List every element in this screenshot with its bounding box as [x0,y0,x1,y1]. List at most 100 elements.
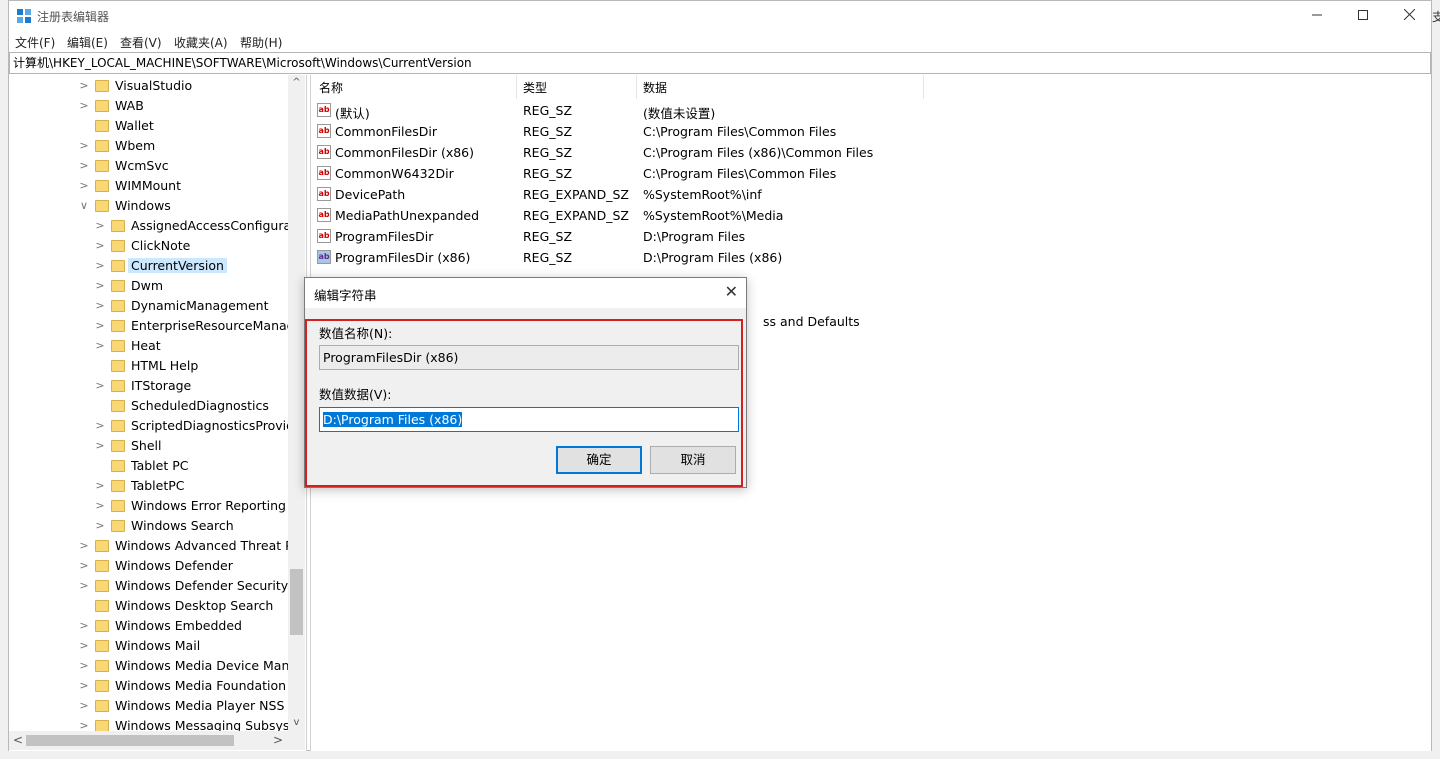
tree-item[interactable]: > Windows Media Device Mana [9,656,297,676]
tree-item[interactable]: HTML Help [9,356,294,376]
tree-vertical-scrollbar[interactable]: ^ v [288,75,305,731]
chevron-right-icon[interactable]: > [79,659,89,672]
chevron-right-icon[interactable]: > [95,259,105,272]
tree-item[interactable]: > EnterpriseResourceManage [9,316,302,336]
chevron-right-icon[interactable]: > [79,539,89,552]
tree-item[interactable]: > VisualStudio [9,76,294,96]
chevron-right-icon[interactable]: > [79,679,89,692]
value-row[interactable]: ab MediaPathUnexpanded REG_EXPAND_SZ %Syste… [311,205,1011,226]
value-row[interactable]: ab CommonFilesDir REG_SZ C:\Program Files\C… [311,121,1011,142]
tree-item[interactable]: ∨ Windows [9,196,294,216]
chevron-right-icon[interactable]: > [95,299,105,312]
chevron-right-icon[interactable]: > [79,559,89,572]
menu-file[interactable]: 文件(F) [15,34,55,51]
tree-item[interactable]: > Windows Mail [9,636,294,656]
maximize-button[interactable] [1340,1,1386,31]
chevron-right-icon[interactable]: > [95,319,105,332]
tree-item[interactable]: > ITStorage [9,376,294,396]
value-row[interactable]: ab CommonFilesDir (x86) REG_SZ C:\Program F… [311,142,1011,163]
tree-item[interactable]: ScheduledDiagnostics [9,396,294,416]
tree-item[interactable]: > Shell [9,436,294,456]
tree-item[interactable]: > Windows Search [9,516,294,536]
chevron-right-icon[interactable]: > [95,519,105,532]
value-row[interactable]: ab DevicePath REG_EXPAND_SZ %SystemRoot%\in… [311,184,1011,205]
tree-item[interactable]: > ClickNote [9,236,294,256]
tree-item[interactable]: > Wbem [9,136,294,156]
tree-item[interactable]: > Windows Embedded [9,616,294,636]
tree-item[interactable]: > Windows Media Player NSS [9,696,294,716]
tree-item[interactable]: > Windows Error Reporting [9,496,294,516]
value-row[interactable]: ab ProgramFilesDir (x86) REG_SZ D:\Program … [311,247,1011,268]
tree-item[interactable]: Tablet PC [9,456,294,476]
tree-item[interactable]: > Windows Advanced Threat Pr [9,536,297,556]
tree-item-label: Windows Defender [115,558,233,573]
chevron-right-icon[interactable]: > [79,639,89,652]
tree-item-label: Windows Embedded [115,618,242,633]
tree-item[interactable]: > WAB [9,96,294,116]
chevron-right-icon[interactable]: > [95,479,105,492]
scroll-down-icon[interactable]: v [288,717,305,728]
minimize-button[interactable] [1294,1,1340,31]
tree-item[interactable]: > CurrentVersion [9,256,294,276]
scroll-left-icon[interactable]: < [13,733,23,747]
tree-item[interactable]: > Heat [9,336,294,356]
column-header-type[interactable]: 类型 [523,79,547,96]
chevron-right-icon[interactable]: > [95,499,105,512]
chevron-right-icon[interactable]: > [79,179,89,192]
chevron-right-icon[interactable]: > [79,139,89,152]
value-row[interactable]: ab CommonW6432Dir REG_SZ C:\Program Files\C… [311,163,1011,184]
tree-item[interactable]: > WIMMount [9,176,294,196]
ok-button[interactable]: 确定 [556,446,642,474]
tree-item[interactable]: > Windows Media Foundation [9,676,294,696]
chevron-right-icon[interactable]: > [95,419,105,432]
column-divider[interactable] [636,75,637,99]
chevron-right-icon[interactable]: > [79,619,89,632]
tree-item[interactable]: Windows Desktop Search [9,596,294,616]
scroll-up-icon[interactable]: ^ [288,77,305,88]
chevron-right-icon[interactable]: > [79,99,89,112]
chevron-right-icon[interactable]: > [79,579,89,592]
tree-item[interactable]: Wallet [9,116,294,136]
value-row[interactable]: ab (默认) REG_SZ (数值未设置) [311,100,1011,121]
chevron-right-icon[interactable]: > [95,439,105,452]
folder-icon [111,460,125,472]
cancel-button[interactable]: 取消 [650,446,736,474]
tree-item[interactable]: > Windows Defender [9,556,294,576]
chevron-right-icon[interactable]: > [95,339,105,352]
value-type: REG_EXPAND_SZ [523,187,629,202]
scroll-right-icon[interactable]: > [273,733,283,747]
tree-item[interactable]: > TabletPC [9,476,294,496]
value-row[interactable]: ab ProgramFilesDir REG_SZ D:\Program Files [311,226,1011,247]
column-header-name[interactable]: 名称 [319,79,343,96]
tree-item[interactable]: > Dwm [9,276,294,296]
scrollbar-thumb[interactable] [290,569,303,635]
tree-item[interactable]: > AssignedAccessConfigurati [9,216,299,236]
tree-item[interactable]: > DynamicManagement [9,296,294,316]
menu-favorites[interactable]: 收藏夹(A) [174,34,228,51]
column-divider[interactable] [923,75,924,99]
menu-help[interactable]: 帮助(H) [240,34,282,51]
value-data-field[interactable]: D:\Program Files (x86) [319,407,739,432]
column-divider[interactable] [516,75,517,99]
tree-item-label: Tablet PC [131,458,189,473]
address-bar[interactable]: 计算机\HKEY_LOCAL_MACHINE\SOFTWARE\Microsof… [9,52,1431,74]
menu-view[interactable]: 查看(V) [120,34,162,51]
folder-icon [111,320,125,332]
chevron-right-icon[interactable]: > [79,79,89,92]
tree-item[interactable]: > Windows Defender Security C [9,576,300,596]
chevron-right-icon[interactable]: > [95,219,105,232]
chevron-right-icon[interactable]: > [79,159,89,172]
chevron-right-icon[interactable]: > [79,699,89,712]
chevron-right-icon[interactable]: > [95,239,105,252]
chevron-right-icon[interactable]: > [95,279,105,292]
menu-edit[interactable]: 编辑(E) [67,34,108,51]
chevron-down-icon[interactable]: ∨ [79,199,89,212]
dialog-close-icon[interactable]: ✕ [725,282,738,301]
tree-item[interactable]: > ScriptedDiagnosticsProvide [9,416,301,436]
tree-item[interactable]: > WcmSvc [9,156,294,176]
tree-horizontal-scrollbar[interactable]: < > [9,731,305,750]
hscrollbar-thumb[interactable] [26,735,234,746]
close-button[interactable] [1386,1,1432,31]
chevron-right-icon[interactable]: > [95,379,105,392]
column-header-data[interactable]: 数据 [643,79,667,96]
